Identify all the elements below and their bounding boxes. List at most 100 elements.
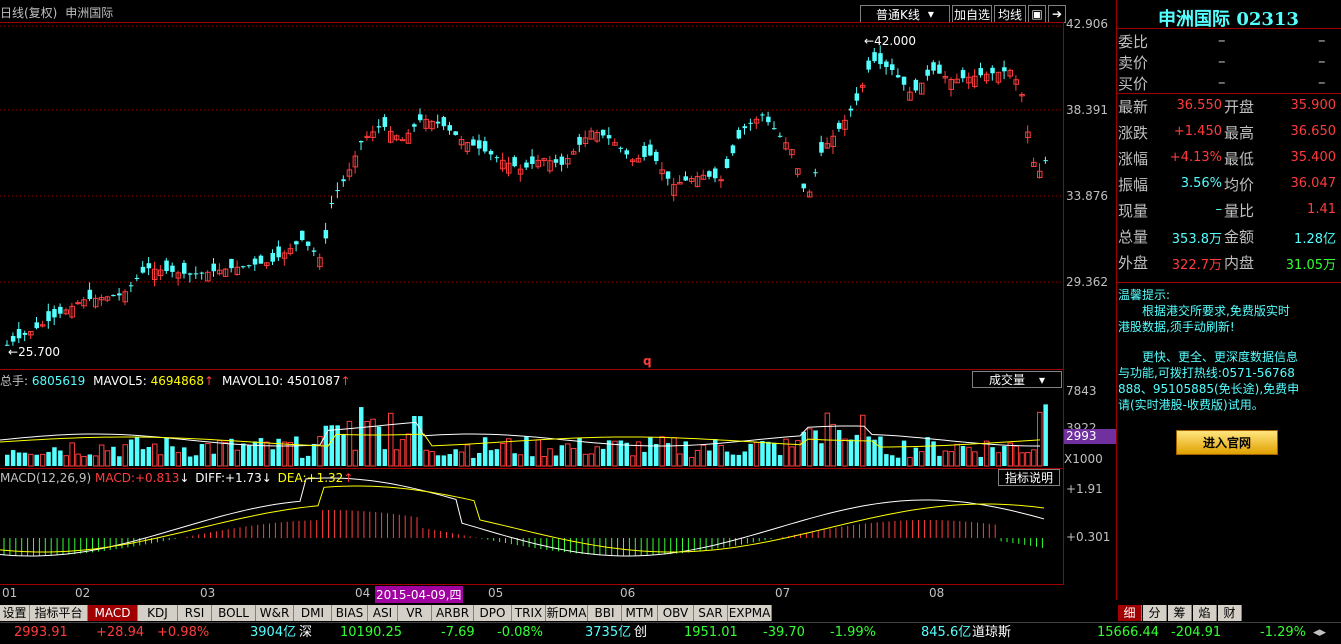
indicator-tab[interactable]: SAR (694, 605, 728, 621)
candle-body (246, 265, 252, 267)
volume-bar (388, 412, 394, 467)
volume-bar (530, 456, 535, 466)
indicator-tab[interactable]: ARBR (432, 605, 474, 621)
candle-body (258, 255, 264, 264)
diff-line (0, 477, 1045, 557)
candle-body (211, 263, 216, 272)
candle-body (1002, 67, 1007, 72)
candle-body (524, 162, 529, 168)
quote-field-value: +1.450 (1173, 124, 1222, 139)
indicator-tab[interactable]: RSI (178, 605, 212, 621)
arrow-down-icon: ↓ (179, 471, 190, 485)
indicator-tab[interactable]: W&R (256, 605, 294, 621)
indicator-tab[interactable]: 新DMA (546, 605, 588, 621)
right-panel-tab[interactable]: 细 (1118, 605, 1142, 621)
dj-index[interactable]: 15666.44 (1097, 623, 1159, 643)
candle-body (359, 141, 364, 143)
indicator-tab[interactable]: DPO (474, 605, 512, 621)
candle-body (760, 114, 765, 116)
right-panel-tab[interactable]: 财 (1218, 605, 1242, 621)
month-label: 03 (200, 586, 216, 600)
indicator-tab[interactable]: VR (398, 605, 432, 621)
volume-bar (199, 443, 205, 466)
volume-bar (10, 450, 16, 466)
month-label: 05 (488, 586, 504, 600)
cursor-date-label: 2015-04-09,四 (375, 586, 463, 603)
volume-bar (990, 447, 995, 466)
volume-bar (718, 444, 724, 467)
volume-bar (52, 447, 57, 466)
indicator-tab[interactable]: BBI (588, 605, 622, 621)
indicator-tab[interactable]: 指标平台 (30, 605, 88, 621)
diff-value: +1.73 (225, 471, 262, 485)
volume-bar (117, 456, 122, 466)
tip-line: 与功能,可拨打热线:0571-56768 (1118, 366, 1295, 380)
candle-body (801, 183, 806, 189)
indicator-tab[interactable]: DMI (294, 605, 332, 621)
candle-body (901, 76, 907, 85)
quote-field-label: 最新 (1118, 98, 1149, 116)
volume-bar (58, 450, 63, 466)
candle-body (300, 230, 305, 240)
candle-body (87, 289, 93, 300)
indicator-tab[interactable]: ASI (368, 605, 398, 621)
indicator-tab[interactable]: BIAS (332, 605, 368, 621)
volume-bar (730, 454, 736, 466)
volume-bar (541, 455, 547, 467)
volume-bar (753, 441, 760, 467)
candle-body (164, 260, 169, 272)
indicator-tab[interactable]: OBV (658, 605, 694, 621)
volume-bar (305, 455, 311, 466)
sz-pct: -0.08% (497, 625, 543, 640)
volume-bar (300, 457, 305, 466)
candle-body (600, 129, 606, 136)
volume-bar (629, 455, 636, 467)
volume-bar (16, 452, 22, 466)
volume-dropdown-label: 成交量 (988, 373, 1025, 387)
volume-bar (364, 421, 370, 467)
quote-field-value: 35.900 (1290, 98, 1337, 113)
cy-pct: -1.99% (830, 625, 876, 640)
indicator-tab[interactable]: KDJ (138, 605, 178, 621)
volume-indicator-dropdown[interactable]: 成交量 ▾ (972, 371, 1062, 388)
volume-bar (104, 450, 111, 467)
indicator-tab[interactable]: BOLL (212, 605, 256, 621)
candle-body (777, 135, 783, 137)
volume-bar (405, 433, 412, 467)
right-panel-tab[interactable]: 焰 (1193, 605, 1217, 621)
scroll-arrows-icon[interactable]: ◂▸ (1313, 623, 1326, 643)
volume-bar (642, 451, 647, 466)
indicator-help-button[interactable]: 指标说明 (998, 469, 1060, 486)
volume-bar (193, 455, 199, 466)
candle-body (713, 168, 718, 179)
right-panel-tab[interactable]: 筹 (1168, 605, 1192, 621)
right-panel-tab[interactable]: 分 (1143, 605, 1167, 621)
volume-bar (311, 443, 317, 466)
volume-bar (352, 449, 359, 467)
sh-index[interactable]: 2993.91 (14, 623, 68, 643)
volume-bar (748, 443, 753, 466)
indicator-tab[interactable]: EXPMA (728, 605, 772, 621)
indicator-tab[interactable]: MACD (88, 605, 138, 621)
candle-body (890, 64, 895, 70)
indicator-help-label: 指标说明 (1004, 471, 1053, 485)
cy-index[interactable]: 1951.01 (684, 623, 738, 643)
volume-bar (665, 443, 671, 466)
indicator-tab[interactable]: 设置 (0, 605, 30, 621)
price-axis-label: 29.362 (1066, 275, 1108, 289)
kline-chart[interactable] (0, 0, 1063, 600)
volume-total-label: 总手: (0, 374, 29, 388)
volume-bar (494, 449, 500, 466)
enter-site-button[interactable]: 进入官网 (1176, 430, 1278, 455)
candle-body (52, 309, 57, 318)
quote-field-label: 金额 (1224, 228, 1255, 246)
indicator-tab[interactable]: MTM (622, 605, 658, 621)
volume-bar (848, 439, 854, 466)
quote-field-value: 3.56% (1180, 176, 1222, 191)
indicator-tab[interactable]: TRIX (512, 605, 546, 621)
volume-bar (671, 437, 677, 467)
volume-bar (972, 451, 978, 467)
sz-index[interactable]: 10190.25 (340, 623, 402, 643)
quote-field-label: 涨幅 (1118, 150, 1149, 168)
candle-body (866, 60, 871, 70)
